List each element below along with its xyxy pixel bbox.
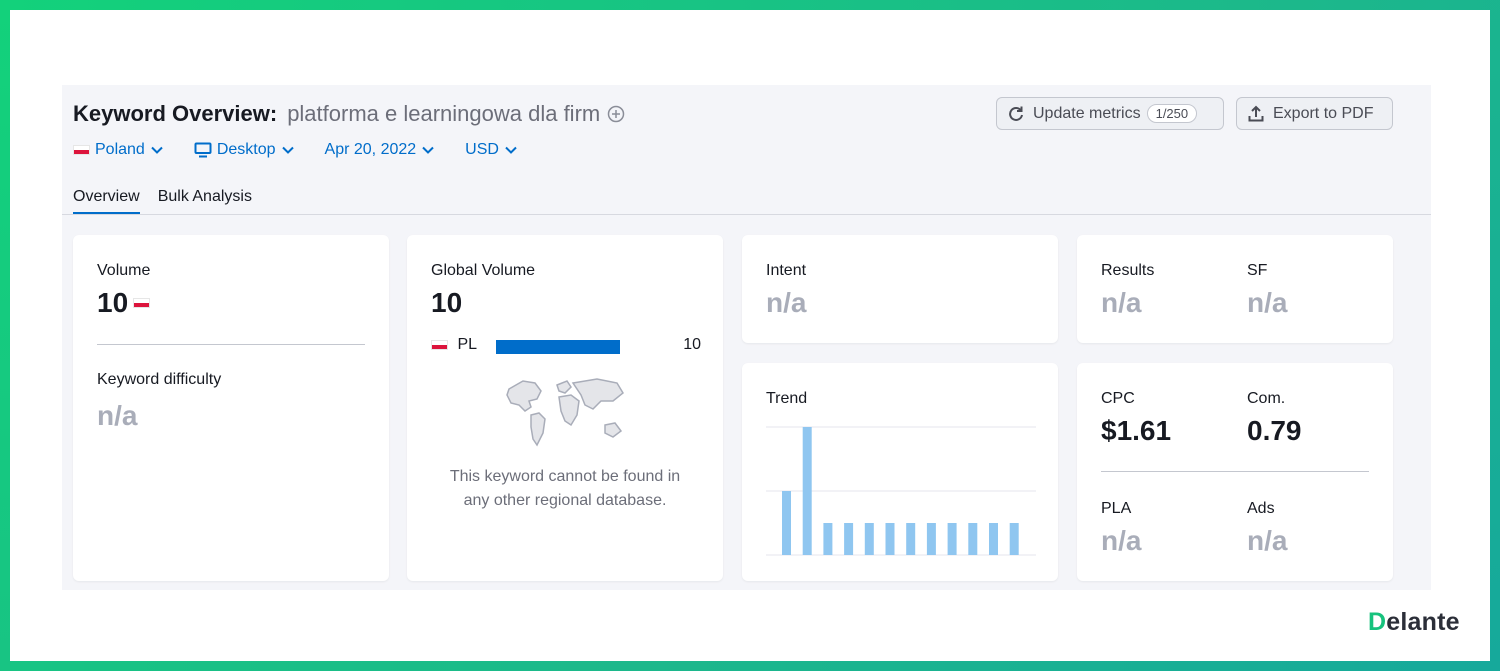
volume-number: 10 — [97, 287, 129, 318]
trend-bar[interactable] — [885, 523, 895, 555]
database-filter[interactable]: Poland — [73, 141, 163, 159]
cpc-label: CPC — [1101, 390, 1135, 407]
country-row-pl: PL 10 — [431, 336, 701, 356]
volume-divider — [97, 344, 365, 345]
chevron-down-icon — [281, 146, 294, 154]
results-card: Results n/a SF n/a — [1077, 235, 1393, 343]
volume-label: Volume — [97, 262, 151, 279]
pla-value: n/a — [1101, 525, 1142, 556]
keyword-overview-panel: Keyword Overview: platforma e learningow… — [62, 85, 1431, 590]
volume-card: Volume 10 Keyword difficulty n/a — [73, 235, 389, 581]
country-code: PL — [457, 336, 478, 353]
tab-overview[interactable]: Overview — [73, 188, 140, 214]
export-pdf-button[interactable]: Export to PDF — [1236, 97, 1393, 130]
delante-logo-initial: D — [1368, 608, 1387, 636]
global-volume-card: Global Volume 10 PL 10 This keyword cann… — [407, 235, 723, 581]
ads-value: n/a — [1247, 525, 1288, 556]
currency-label: USD — [465, 141, 499, 158]
cpc-divider — [1101, 471, 1369, 472]
export-pdf-label: Export to PDF — [1273, 104, 1374, 122]
update-count-badge: 1/250 — [1146, 104, 1198, 123]
volume-value: 10 — [97, 287, 151, 319]
desktop-icon — [194, 142, 212, 158]
title-label: Keyword Overview: — [73, 101, 278, 126]
trend-bar[interactable] — [947, 523, 957, 555]
add-circle-icon[interactable] — [607, 105, 625, 123]
chevron-down-icon — [422, 146, 434, 154]
trend-bar[interactable] — [989, 523, 998, 555]
trend-card: Trend — [742, 363, 1058, 581]
global-volume-value: 10 — [431, 287, 463, 318]
trend-label: Trend — [766, 390, 808, 407]
country-volume-value: 10 — [683, 336, 701, 353]
trend-bar[interactable] — [782, 491, 791, 555]
date-filter[interactable]: Apr 20, 2022 — [325, 141, 435, 159]
refresh-icon — [1009, 106, 1023, 121]
poland-flag-icon — [431, 340, 448, 350]
trend-bar[interactable] — [802, 427, 812, 555]
sf-label: SF — [1247, 262, 1268, 279]
chevron-down-icon — [151, 146, 163, 154]
country-volume-bar — [496, 340, 620, 354]
filter-bar: Poland Desktop Apr 20, 2022 USD — [73, 141, 548, 159]
regional-note-line1: This keyword cannot be found in — [449, 468, 681, 485]
device-filter[interactable]: Desktop — [194, 141, 294, 159]
keyword-text: platforma e learningowa dla firm — [287, 101, 601, 126]
trend-bar[interactable] — [823, 523, 833, 555]
intent-card: Intent n/a — [742, 235, 1058, 343]
com-value: 0.79 — [1247, 415, 1302, 446]
database-label: Poland — [95, 141, 145, 158]
trend-bar[interactable] — [864, 523, 874, 555]
delante-logo: Delante — [1368, 608, 1460, 637]
ads-label: Ads — [1247, 500, 1275, 517]
poland-flag-icon — [73, 145, 90, 155]
tab-bar: Overview Bulk Analysis — [73, 188, 270, 214]
pla-label: PLA — [1101, 500, 1132, 517]
tab-bulk-analysis[interactable]: Bulk Analysis — [158, 188, 252, 214]
update-metrics-button[interactable]: Update metrics 1/250 — [996, 97, 1224, 130]
update-metrics-label: Update metrics — [1033, 104, 1141, 122]
trend-bar[interactable] — [844, 523, 854, 555]
keyword-difficulty-value: n/a — [97, 400, 138, 431]
cpc-value: $1.61 — [1101, 415, 1172, 446]
upload-icon — [1248, 105, 1264, 121]
regional-note: This keyword cannot be found in any othe… — [407, 465, 723, 513]
intent-value: n/a — [766, 287, 807, 318]
com-label: Com. — [1247, 390, 1286, 407]
trend-bar[interactable] — [926, 523, 936, 555]
page-title: Keyword Overview: platforma e learningow… — [73, 101, 625, 127]
date-label: Apr 20, 2022 — [324, 141, 417, 158]
intent-label: Intent — [766, 262, 807, 279]
results-label: Results — [1101, 262, 1155, 279]
global-volume-label: Global Volume — [431, 262, 536, 279]
trend-bar[interactable] — [1009, 523, 1019, 555]
results-value: n/a — [1101, 287, 1142, 318]
currency-filter[interactable]: USD — [465, 141, 517, 159]
tab-divider — [62, 214, 1431, 215]
delante-logo-rest: elante — [1386, 608, 1460, 636]
poland-flag-icon — [133, 298, 151, 308]
device-label: Desktop — [216, 141, 276, 158]
sf-value: n/a — [1247, 287, 1288, 318]
world-map-icon — [506, 378, 624, 447]
trend-bar[interactable] — [906, 523, 916, 555]
keyword-difficulty-label: Keyword difficulty — [97, 371, 222, 388]
trend-chart — [766, 426, 1036, 556]
regional-note-line2: any other regional database. — [463, 492, 667, 509]
cpc-card: CPC $1.61 Com. 0.79 PLA n/a Ads n/a — [1077, 363, 1393, 581]
trend-bar[interactable] — [968, 523, 978, 555]
chevron-down-icon — [505, 146, 517, 154]
